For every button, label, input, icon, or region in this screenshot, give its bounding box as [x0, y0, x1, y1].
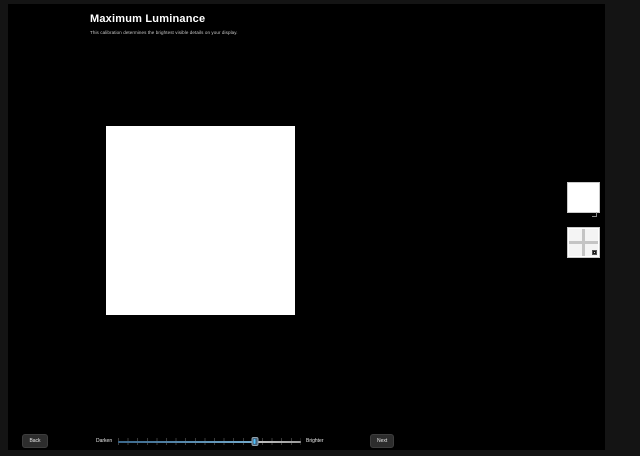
hdr-calibration-window: Maximum Luminance This calibration deter…: [8, 4, 605, 450]
luminance-slider[interactable]: [118, 435, 301, 447]
page-title: Maximum Luminance: [90, 13, 205, 25]
dark-badge-icon: [592, 250, 597, 255]
slider-thumb[interactable]: [251, 437, 258, 446]
screen: Maximum Luminance This calibration deter…: [0, 0, 640, 456]
pattern-thumb-solid-white[interactable]: [567, 182, 600, 213]
pattern-thumb-grid[interactable]: [567, 227, 600, 258]
page-subtitle: This calibration determines the brightes…: [90, 30, 238, 35]
next-button[interactable]: Next: [370, 434, 394, 448]
slider-min-label: Darken: [96, 438, 112, 444]
slider-track-filled[interactable]: [118, 441, 255, 443]
slider-track-rest[interactable]: [255, 441, 301, 443]
expand-corner-icon: [591, 205, 597, 210]
slider-max-label: Brighter: [306, 438, 324, 444]
back-button[interactable]: Back: [22, 434, 48, 448]
luminance-test-patch: [106, 126, 295, 315]
